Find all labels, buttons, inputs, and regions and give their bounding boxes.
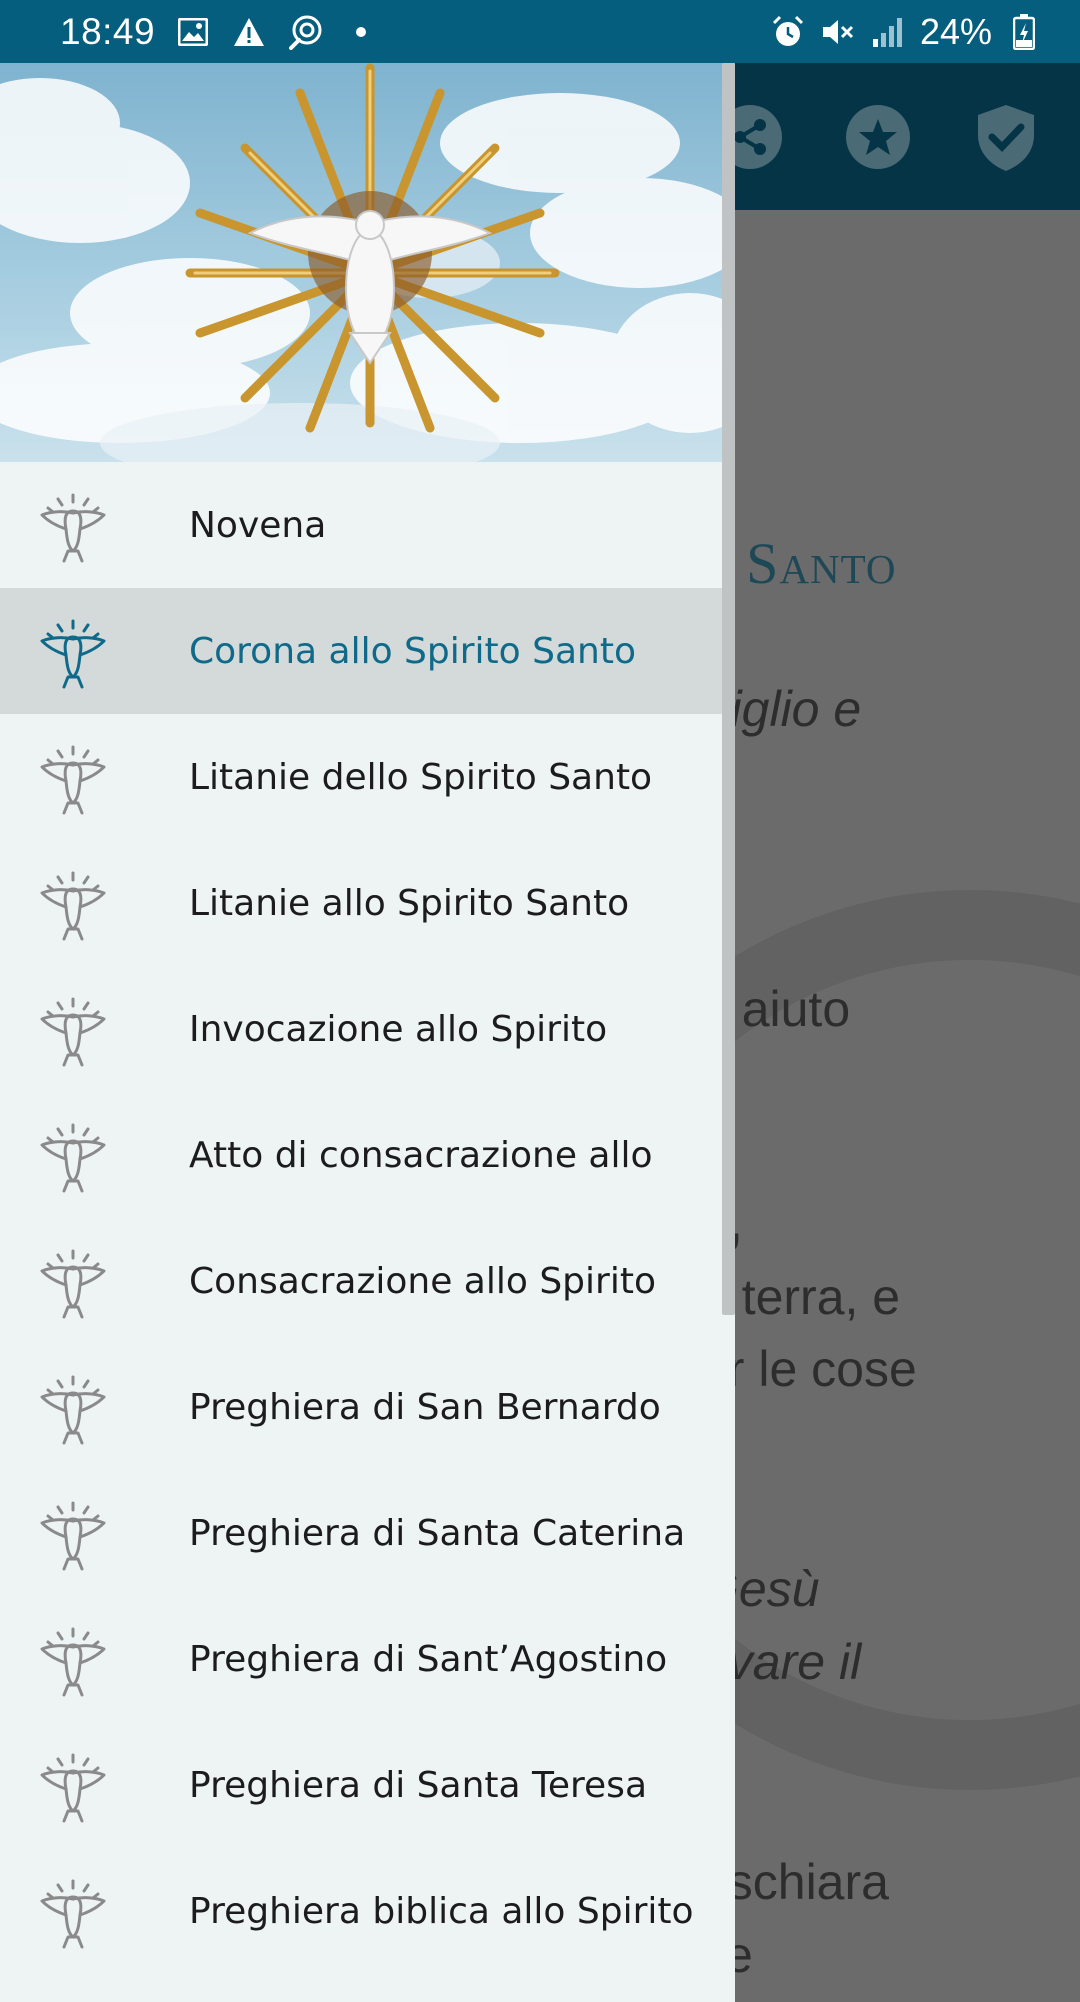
status-left: 18:49	[60, 0, 379, 63]
menu-item-label: Preghiera biblica allo Spirito	[189, 1890, 694, 1932]
menu-item-corona[interactable]: Corona allo Spirito Santo	[0, 588, 735, 714]
drawer-header-image	[0, 63, 735, 462]
dove-icon	[40, 493, 106, 563]
drawer-scrollbar[interactable]	[722, 63, 735, 1315]
menu-item-preghiera-biblica[interactable]: Preghiera biblica allo Spirito	[0, 1848, 735, 1974]
menu-item-atto-consacrazione[interactable]: Atto di consacrazione allo	[0, 1092, 735, 1218]
status-bar: 18:49 24%	[0, 0, 1080, 63]
shield-check-icon[interactable]	[966, 97, 1046, 177]
image-icon	[175, 14, 211, 50]
menu-item-label: Preghiera di San Bernardo	[189, 1386, 661, 1428]
app-bar-actions	[710, 63, 1080, 210]
menu-item-san-bernardo[interactable]: Preghiera di San Bernardo	[0, 1344, 735, 1470]
dove-icon	[40, 1753, 106, 1823]
star-icon[interactable]	[838, 97, 918, 177]
dot-icon	[343, 14, 379, 50]
menu-item-label: Litanie allo Spirito Santo	[189, 882, 630, 924]
dove-icon	[40, 619, 106, 689]
menu-item-label: Preghiera di Sant’Agostino	[189, 1638, 668, 1680]
menu-item-label: Litanie dello Spirito Santo	[189, 756, 653, 798]
status-time: 18:49	[60, 10, 156, 52]
drawer-menu: Novena Corona allo Spirito Santo Litanie…	[0, 462, 735, 1974]
cast-icon	[287, 14, 323, 50]
menu-item-label: Novena	[189, 504, 327, 546]
menu-item-label: Invocazione allo Spirito	[189, 1008, 608, 1050]
menu-item-litanie-dello[interactable]: Litanie dello Spirito Santo	[0, 714, 735, 840]
menu-item-sant-agostino[interactable]: Preghiera di Sant’Agostino	[0, 1596, 735, 1722]
dove-icon	[40, 745, 106, 815]
dove-icon	[40, 997, 106, 1067]
menu-item-novena[interactable]: Novena	[0, 462, 735, 588]
signal-icon	[870, 14, 906, 50]
menu-item-label: Preghiera di Santa Teresa	[189, 1764, 647, 1806]
menu-item-litanie-allo[interactable]: Litanie allo Spirito Santo	[0, 840, 735, 966]
battery-text: 24%	[919, 10, 992, 52]
navigation-drawer: Novena Corona allo Spirito Santo Litanie…	[0, 63, 735, 2002]
menu-item-label: Corona allo Spirito Santo	[189, 630, 637, 672]
battery-icon	[1006, 13, 1042, 50]
menu-item-santa-caterina[interactable]: Preghiera di Santa Caterina	[0, 1470, 735, 1596]
menu-item-consacrazione[interactable]: Consacrazione allo Spirito	[0, 1218, 735, 1344]
menu-item-santa-teresa[interactable]: Preghiera di Santa Teresa	[0, 1722, 735, 1848]
status-right: 24%	[770, 0, 1042, 63]
dove-icon	[40, 1249, 106, 1319]
menu-item-label: Atto di consacrazione allo	[189, 1134, 653, 1176]
dove-icon	[40, 1375, 106, 1445]
menu-item-label: Consacrazione allo Spirito	[189, 1260, 656, 1302]
mute-icon	[820, 14, 856, 50]
alarm-icon	[770, 14, 806, 50]
dove-icon	[40, 1627, 106, 1697]
warning-icon	[231, 14, 267, 50]
menu-item-label: Preghiera di Santa Caterina	[189, 1512, 686, 1554]
menu-item-invocazione[interactable]: Invocazione allo Spirito	[0, 966, 735, 1092]
dove-icon	[40, 1123, 106, 1193]
dove-icon	[40, 1501, 106, 1571]
dove-icon	[40, 871, 106, 941]
dove-icon	[40, 1879, 106, 1949]
